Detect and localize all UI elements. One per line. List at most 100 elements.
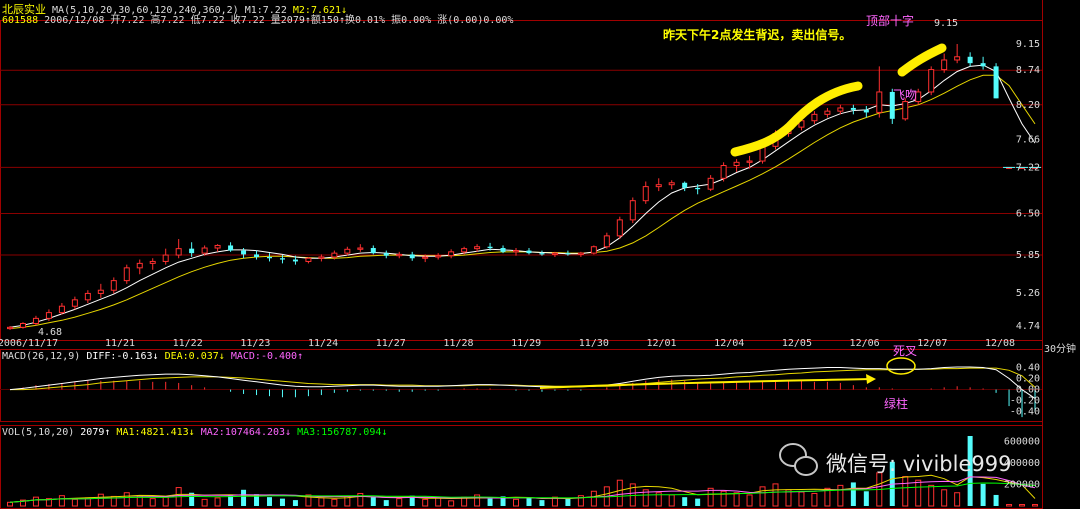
candle-body <box>123 267 130 282</box>
volume-bar <box>266 497 272 506</box>
price-tick-label: 5.26 <box>1016 288 1040 299</box>
candle-body <box>357 247 364 250</box>
candle-body <box>149 260 156 264</box>
price-tick-label: 8.20 <box>1016 100 1040 111</box>
date-tick-label: 12/05 <box>782 338 812 349</box>
candle-body <box>603 235 610 248</box>
candle-body <box>707 177 714 190</box>
candle-body <box>84 292 91 301</box>
date-tick-label: 12/01 <box>646 338 676 349</box>
candle-body <box>941 59 948 71</box>
candle-body <box>850 107 856 110</box>
macd-value: MACD:-0.400↑ <box>230 351 304 362</box>
volume-bar <box>993 494 999 506</box>
volume-bar <box>695 498 701 506</box>
candle-body <box>214 244 221 249</box>
candle-body <box>967 56 973 64</box>
candle-body <box>733 161 740 167</box>
candle-body <box>383 253 389 256</box>
candle-body <box>292 259 298 262</box>
vol-label: VOL(5,10,20) <box>2 427 75 438</box>
fly-kiss-annotation: 飞吻 <box>893 88 918 102</box>
candle-body <box>863 109 869 113</box>
macd-tick-label: 0.20 <box>1016 374 1040 385</box>
date-tick-label: 11/29 <box>511 338 541 349</box>
death-cross-annotation: 死叉 <box>893 344 918 358</box>
candle <box>629 197 636 224</box>
candle-body <box>461 248 468 253</box>
candle-body <box>45 312 52 319</box>
candle-body <box>565 253 571 255</box>
volume-bar <box>980 483 986 506</box>
date-tick-label: 11/24 <box>308 338 338 349</box>
date-tick-label: 11/21 <box>105 338 135 349</box>
stock-code: 601588 <box>2 15 39 26</box>
high-price-label: 9.15 <box>934 18 959 29</box>
candle-body <box>71 299 78 307</box>
candle-body <box>58 305 65 314</box>
volume-bar <box>682 497 688 506</box>
volume-bar <box>292 500 298 506</box>
candle-body <box>201 247 208 254</box>
candle-body <box>629 200 636 221</box>
volume-bar <box>539 500 545 506</box>
candle-body <box>422 256 429 259</box>
price-tick-label: 7.66 <box>1016 134 1040 145</box>
date-tick-label: 11/28 <box>443 338 473 349</box>
candle-body <box>370 248 376 254</box>
candle <box>19 322 26 329</box>
candle-body <box>590 246 597 254</box>
vol-value: 2079↑ <box>80 427 111 438</box>
vol-ma2: MA2:107464.203↓ <box>200 427 292 438</box>
top-cross-annotation: 顶部十字 <box>866 14 915 28</box>
date-tick-label: 11/22 <box>173 338 203 349</box>
volume-bar <box>279 498 285 506</box>
candle-body <box>902 101 909 120</box>
candle-body <box>668 182 675 186</box>
price-tick-label: 4.74 <box>1016 321 1040 332</box>
volume-bar <box>487 498 493 506</box>
candle-body <box>435 255 442 258</box>
candle-body <box>409 254 415 259</box>
candle-body <box>876 91 883 113</box>
date-tick-label: 12/07 <box>917 338 947 349</box>
candle-body <box>720 165 727 179</box>
candle <box>616 216 623 240</box>
green-bar-annotation: 绿柱 <box>884 397 909 411</box>
candle-body <box>474 246 481 250</box>
vol-tick-label: 600000 <box>1004 436 1040 447</box>
macd-diff: DIFF:-0.163↓ <box>86 351 159 362</box>
candle-body <box>837 107 844 112</box>
candle-body <box>487 246 493 249</box>
candle-body <box>811 113 818 122</box>
candle-body <box>448 251 455 257</box>
candle-body <box>928 69 935 93</box>
macd-dea: DEA:0.037↓ <box>164 351 225 362</box>
candle-body <box>695 187 701 190</box>
candle-body <box>993 66 999 99</box>
candle-body <box>500 248 506 252</box>
candle-body <box>305 257 312 262</box>
period-label[interactable]: 30分钟 <box>1044 340 1076 355</box>
candle-body <box>539 253 545 255</box>
price-tick-label: 9.15 <box>1016 39 1040 50</box>
candle-body <box>396 253 403 257</box>
volume-bar <box>241 489 247 506</box>
candle-body <box>228 245 234 251</box>
candle-body <box>513 250 520 253</box>
date-tick-label: 12/04 <box>714 338 744 349</box>
candle-body <box>241 250 247 255</box>
vol-ma1: MA1:4821.413↓ <box>116 427 195 438</box>
candle-body <box>331 252 338 258</box>
date-tick-label: 12/08 <box>985 338 1015 349</box>
macd-tick-label: -0.40 <box>1010 407 1040 418</box>
volume-bar <box>526 497 532 506</box>
candle-body <box>655 184 662 188</box>
date-tick-label: 12/06 <box>850 338 880 349</box>
candle-body <box>980 63 986 67</box>
candle <box>928 66 935 96</box>
candle-body <box>266 256 272 259</box>
volume-bar <box>228 495 234 506</box>
candle-body <box>19 322 26 328</box>
candle <box>993 63 999 99</box>
